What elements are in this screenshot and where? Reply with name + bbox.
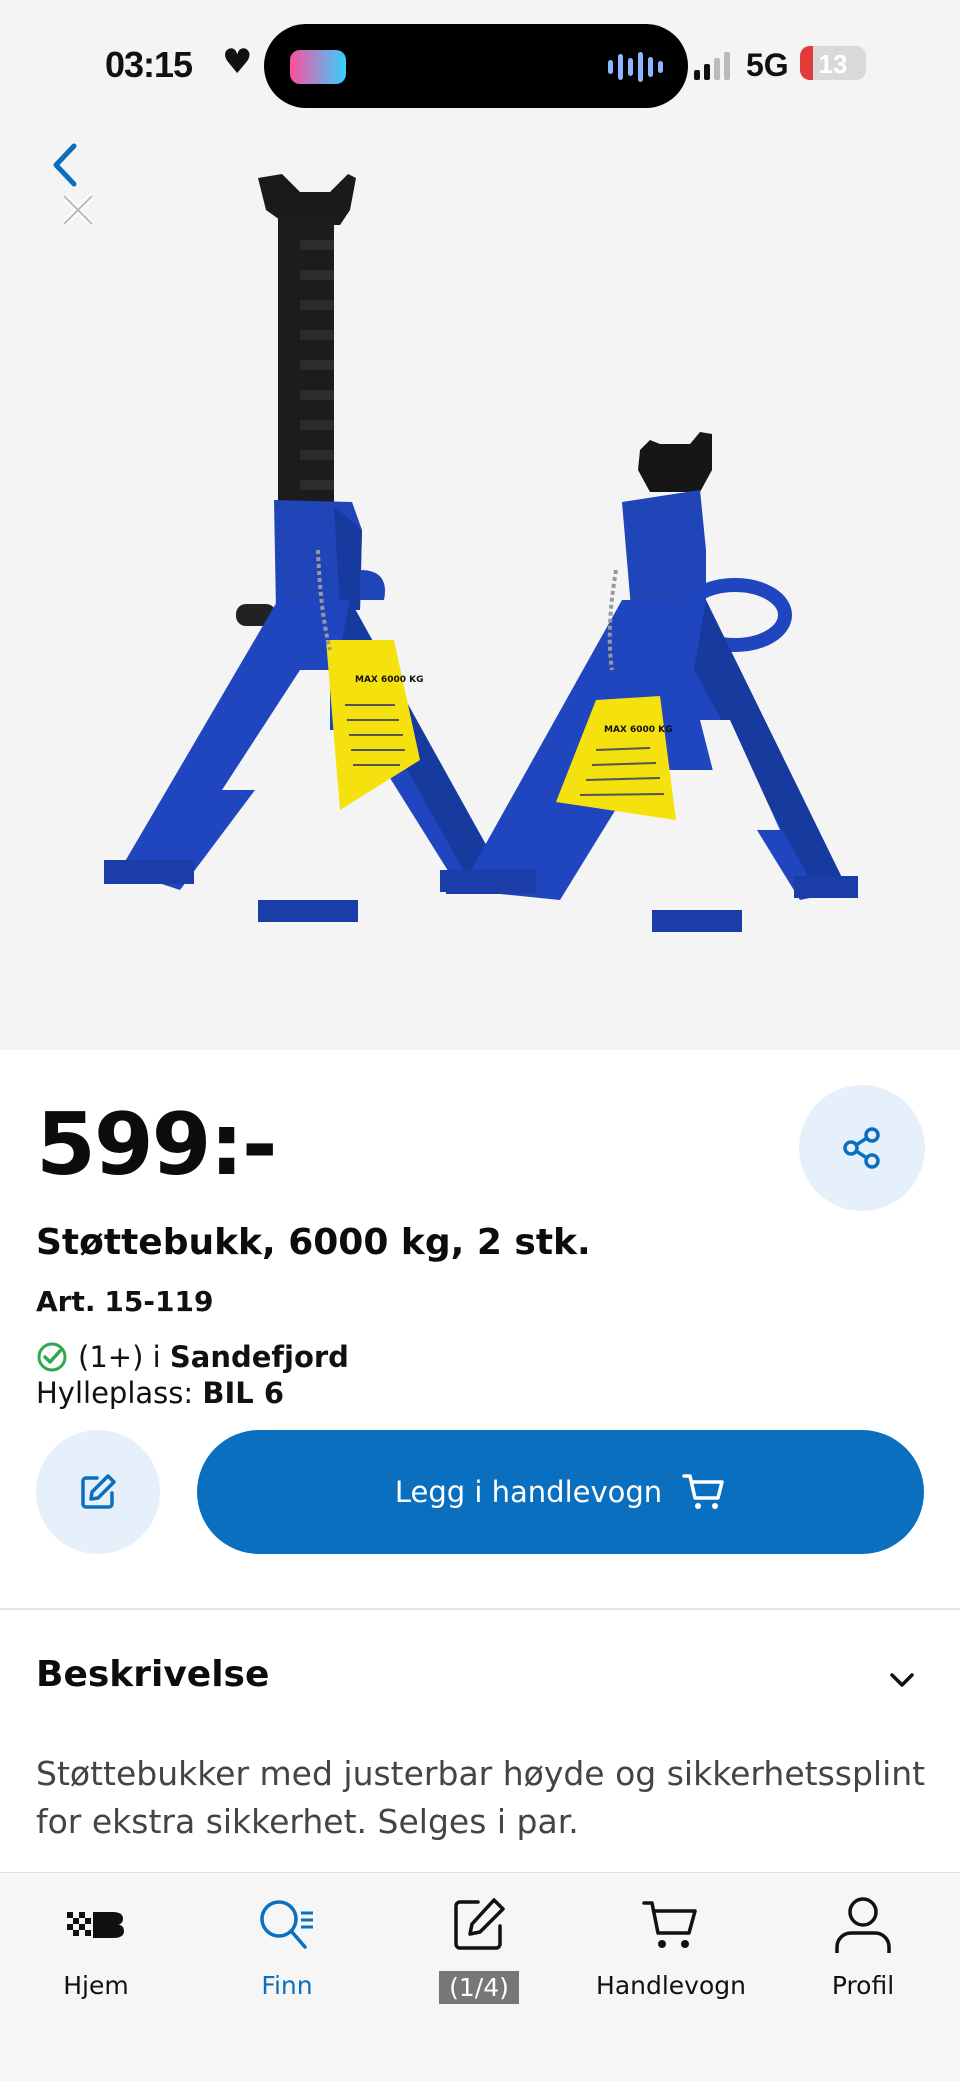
share-button[interactable] bbox=[799, 1085, 925, 1211]
tab-search[interactable]: Finn bbox=[212, 1891, 362, 2021]
tab-home-label: Hjem bbox=[63, 1971, 129, 2000]
user-icon bbox=[835, 1897, 891, 1953]
product-title: Støttebukk, 6000 kg, 2 stk. bbox=[36, 1222, 591, 1263]
description-heading[interactable]: Beskrivelse bbox=[36, 1654, 269, 1695]
bottom-nav: Hjem Finn (1/4) Handlevogn Profil bbox=[0, 1872, 960, 2081]
chevron-down-icon[interactable] bbox=[886, 1664, 918, 1696]
store-name[interactable]: Sandefjord bbox=[170, 1340, 349, 1374]
tab-search-label: Finn bbox=[261, 1971, 313, 2000]
jack-stand-right: MAX 6000 KG bbox=[446, 432, 858, 932]
cart-icon bbox=[642, 1901, 697, 1948]
stock-count: (1+) i bbox=[78, 1340, 161, 1374]
battery-icon: 13 bbox=[800, 46, 866, 80]
tab-profile[interactable]: Profil bbox=[788, 1891, 938, 2021]
product-price: 599:- bbox=[36, 1095, 278, 1195]
share-icon bbox=[843, 1127, 880, 1169]
description-text: Støttebukker med justerbar høyde og sikk… bbox=[36, 1754, 926, 1841]
cart-icon bbox=[682, 1474, 724, 1509]
tab-profile-label: Profil bbox=[831, 1971, 895, 2000]
product-image: MAX 6000 KG MAX 6000 KG bbox=[104, 174, 858, 932]
add-note-button[interactable] bbox=[36, 1430, 160, 1554]
label-left: MAX 6000 KG bbox=[355, 675, 424, 685]
back-icon[interactable] bbox=[46, 140, 86, 190]
status-bar: 03:15 ♥ 5G 13 bbox=[0, 0, 960, 130]
shelf-value: BIL 6 bbox=[202, 1376, 285, 1410]
edit-icon bbox=[81, 1474, 116, 1509]
add-to-cart-button[interactable]: Legg i handlevogn bbox=[197, 1430, 924, 1554]
article-label: Art. bbox=[36, 1285, 96, 1318]
signal-icon bbox=[694, 50, 730, 80]
dynamic-island bbox=[264, 24, 688, 108]
tab-home[interactable]: Hjem bbox=[21, 1891, 171, 2021]
note-icon bbox=[454, 1898, 505, 1950]
network-type: 5G bbox=[746, 47, 789, 83]
jack-stand-left: MAX 6000 KG bbox=[104, 174, 520, 922]
label-right: MAX 6000 KG bbox=[604, 725, 673, 735]
tab-notes[interactable]: (1/4) bbox=[404, 1891, 554, 2021]
section-divider bbox=[0, 1608, 960, 1610]
heart-icon: ♥ bbox=[222, 42, 253, 82]
check-circle-icon bbox=[37, 1342, 67, 1372]
search-icon bbox=[260, 1900, 313, 1949]
album-art-icon bbox=[290, 50, 346, 84]
article-value: 15-119 bbox=[104, 1285, 214, 1318]
tab-cart[interactable]: Handlevogn bbox=[596, 1891, 746, 2021]
article-number: Art. 15-119 bbox=[36, 1285, 213, 1318]
close-icon[interactable] bbox=[58, 190, 98, 230]
stock-status: (1+) i Sandefjord bbox=[36, 1340, 349, 1374]
product-image-area[interactable]: MAX 6000 KG MAX 6000 KG bbox=[0, 0, 960, 1050]
audio-wave-icon bbox=[608, 50, 664, 84]
tab-cart-label: Handlevogn bbox=[596, 1971, 746, 2000]
shelf-label: Hylleplass: bbox=[36, 1376, 194, 1410]
logo-icon bbox=[67, 1912, 124, 1938]
shelf-location: Hylleplass: BIL 6 bbox=[36, 1376, 284, 1410]
tab-notes-label: (1/4) bbox=[439, 1971, 519, 2004]
battery-level: 13 bbox=[818, 49, 848, 79]
add-to-cart-label: Legg i handlevogn bbox=[394, 1475, 663, 1509]
status-time: 03:15 bbox=[105, 44, 193, 85]
